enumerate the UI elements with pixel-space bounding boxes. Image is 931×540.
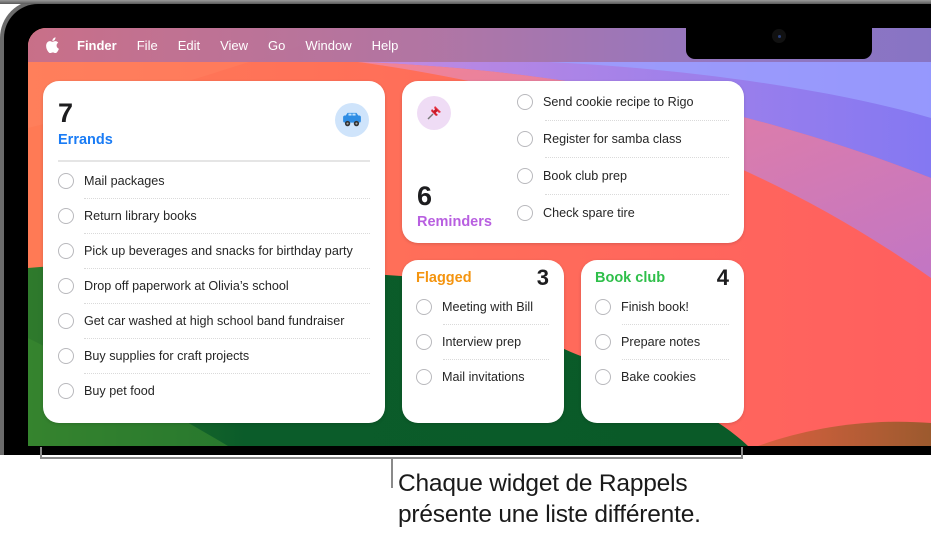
task-label: Check spare tire	[543, 206, 635, 220]
task-label: Bake cookies	[621, 370, 696, 384]
task-checkbox[interactable]	[595, 299, 611, 315]
task-item[interactable]: Bake cookies	[595, 367, 696, 387]
divider	[84, 338, 370, 339]
divider	[84, 198, 370, 199]
task-label: Prepare notes	[621, 335, 701, 349]
task-label: Register for samba class	[543, 132, 682, 146]
divider	[84, 303, 370, 304]
menu-file[interactable]: File	[137, 38, 158, 53]
task-label: Send cookie recipe to Rigo	[543, 95, 694, 109]
header-divider	[58, 160, 370, 162]
task-checkbox[interactable]	[416, 299, 432, 315]
reminders-title: Reminders	[417, 214, 492, 230]
task-item[interactable]: Buy pet food	[58, 381, 155, 401]
task-label: Finish book!	[621, 300, 689, 314]
task-item[interactable]: Book club prep	[517, 166, 627, 186]
errands-count: 7	[58, 98, 74, 128]
menu-window[interactable]: Window	[305, 38, 351, 53]
reminders-count: 6	[417, 181, 433, 211]
task-checkbox[interactable]	[517, 168, 533, 184]
divider	[84, 233, 370, 234]
bookclub-count: 4	[716, 265, 729, 290]
task-item[interactable]: Interview prep	[416, 332, 521, 352]
callout-line	[391, 459, 393, 488]
task-label: Mail invitations	[442, 370, 525, 384]
task-checkbox[interactable]	[58, 313, 74, 329]
errands-widget[interactable]: 7 Errands Mail packages Return library b…	[43, 81, 385, 423]
divider	[84, 268, 370, 269]
divider	[545, 157, 729, 158]
task-label: Mail packages	[84, 174, 165, 188]
menu-edit[interactable]: Edit	[178, 38, 200, 53]
divider	[622, 324, 729, 325]
caption-line-2: présente une liste différente.	[398, 501, 701, 528]
task-checkbox[interactable]	[58, 208, 74, 224]
task-label: Book club prep	[543, 169, 628, 183]
menu-help[interactable]: Help	[372, 38, 399, 53]
camera-notch	[686, 28, 872, 59]
divider	[545, 120, 729, 121]
task-checkbox[interactable]	[58, 173, 74, 189]
menu-view[interactable]: View	[220, 38, 248, 53]
task-checkbox[interactable]	[416, 334, 432, 350]
task-checkbox[interactable]	[517, 131, 533, 147]
pushpin-icon	[417, 96, 451, 130]
task-item[interactable]: Prepare notes	[595, 332, 700, 352]
task-label: Return library books	[84, 209, 197, 223]
errands-title: Errands	[58, 132, 113, 148]
menu-finder[interactable]: Finder	[77, 38, 117, 53]
task-checkbox[interactable]	[58, 243, 74, 259]
task-label: Buy pet food	[84, 384, 155, 398]
task-item[interactable]: Get car washed at high school band fundr…	[58, 311, 344, 331]
task-item[interactable]: Check spare tire	[517, 203, 635, 223]
reminders-widget[interactable]: 6 Reminders Send cookie recipe to Rigo R…	[402, 81, 744, 243]
car-icon	[335, 103, 369, 137]
task-item[interactable]: Register for samba class	[517, 129, 682, 149]
menu-go[interactable]: Go	[268, 38, 285, 53]
task-item[interactable]: Pick up beverages and snacks for birthda…	[58, 241, 353, 261]
task-item[interactable]: Return library books	[58, 206, 197, 226]
flagged-count: 3	[536, 265, 549, 290]
task-checkbox[interactable]	[517, 205, 533, 221]
task-item[interactable]: Meeting with Bill	[416, 297, 533, 317]
task-label: Drop off paperwork at Olivia’s school	[84, 279, 289, 293]
divider	[443, 324, 549, 325]
task-checkbox[interactable]	[58, 348, 74, 364]
task-item[interactable]: Finish book!	[595, 297, 689, 317]
divider	[622, 359, 729, 360]
task-checkbox[interactable]	[58, 383, 74, 399]
divider	[545, 194, 729, 195]
task-label: Meeting with Bill	[442, 300, 533, 314]
task-label: Get car washed at high school band fundr…	[84, 314, 345, 328]
task-item[interactable]: Buy supplies for craft projects	[58, 346, 249, 366]
divider	[443, 359, 549, 360]
bookclub-widget[interactable]: Book club 4 Finish book! Prepare notes B…	[581, 260, 744, 423]
callout-bracket	[40, 447, 743, 459]
camera-icon	[772, 29, 786, 43]
caption-line-1: Chaque widget de Rappels	[398, 470, 688, 497]
task-checkbox[interactable]	[595, 369, 611, 385]
bookclub-title: Book club	[595, 270, 666, 286]
flagged-widget[interactable]: Flagged 3 Meeting with Bill Interview pr…	[402, 260, 564, 423]
task-checkbox[interactable]	[58, 278, 74, 294]
task-checkbox[interactable]	[595, 334, 611, 350]
task-checkbox[interactable]	[517, 94, 533, 110]
task-item[interactable]: Send cookie recipe to Rigo	[517, 92, 694, 112]
task-checkbox[interactable]	[416, 369, 432, 385]
task-item[interactable]: Mail invitations	[416, 367, 525, 387]
task-label: Pick up beverages and snacks for birthda…	[84, 244, 353, 258]
apple-logo-icon[interactable]	[45, 37, 59, 54]
flagged-title: Flagged	[416, 270, 472, 286]
task-item[interactable]: Mail packages	[58, 171, 165, 191]
divider	[84, 373, 370, 374]
task-label: Buy supplies for craft projects	[84, 349, 250, 363]
task-item[interactable]: Drop off paperwork at Olivia’s school	[58, 276, 289, 296]
callout-caption: Chaque widget de Rappels présente une li…	[398, 468, 701, 530]
task-label: Interview prep	[442, 335, 522, 349]
